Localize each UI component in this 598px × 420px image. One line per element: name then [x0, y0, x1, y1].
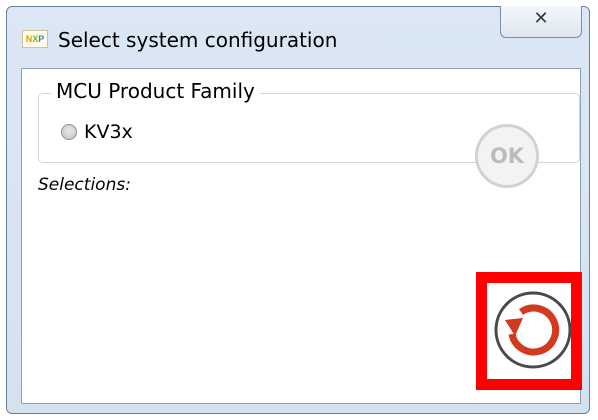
group-legend: MCU Product Family [51, 79, 260, 103]
radio-button[interactable] [61, 124, 77, 140]
close-button[interactable]: ✕ [500, 6, 582, 38]
nxp-logo-icon: NXP [22, 30, 48, 48]
reset-button[interactable] [493, 290, 573, 370]
close-icon: ✕ [533, 8, 549, 29]
window-title: Select system configuration [58, 28, 338, 52]
radio-label[interactable]: KV3x [84, 121, 133, 143]
refresh-icon [494, 291, 572, 369]
ok-button[interactable]: OK [475, 124, 539, 188]
radio-option-kv3x[interactable]: KV3x [61, 120, 133, 144]
dialog-window: NXP Select system configuration ✕ MCU Pr… [0, 0, 598, 420]
selections-label: Selections: [38, 175, 131, 195]
